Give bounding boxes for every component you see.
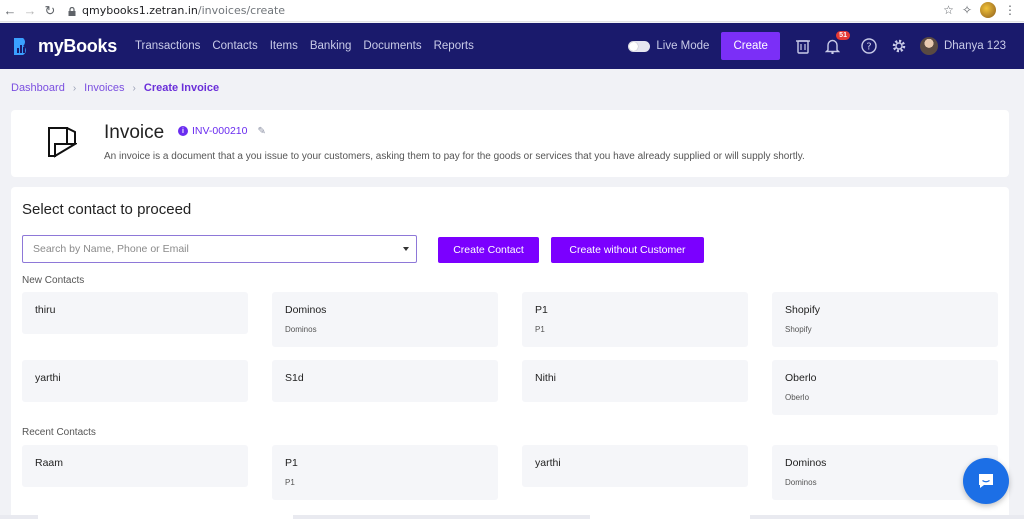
more-menu-icon[interactable]: ⋮ — [1004, 3, 1016, 17]
contact-name: Raam — [35, 457, 64, 469]
forward-icon[interactable]: → — [20, 1, 40, 21]
contact-subtitle: P1 — [285, 478, 295, 487]
contact-subtitle: P1 — [535, 325, 545, 334]
contact-name: Oberlo — [785, 372, 817, 384]
breadcrumb-current: Create Invoice — [143, 82, 220, 94]
live-mode-label: Live Mode — [656, 40, 710, 52]
back-icon[interactable]: ← — [0, 1, 20, 21]
chat-bubble-icon — [979, 474, 993, 488]
contact-tile[interactable]: Raam — [22, 445, 248, 487]
contact-tile[interactable]: Oberlo Oberlo — [772, 360, 998, 415]
reload-icon[interactable]: ↻ — [40, 1, 60, 21]
contact-name: Nithi — [535, 372, 557, 384]
extensions-puzzle-icon[interactable]: ✧ — [962, 3, 972, 17]
breadcrumb: Dashboard › Invoices › Create Invoice — [11, 82, 219, 94]
contact-subtitle: Dominos — [285, 325, 317, 334]
logo[interactable]: myBooks — [12, 35, 117, 57]
invoice-number: INV-000210 — [192, 125, 248, 137]
nav-items[interactable]: Items — [270, 40, 298, 52]
invoice-description: An invoice is a document that a you issu… — [104, 151, 805, 162]
invoice-document-icon — [47, 126, 79, 160]
lock-icon — [68, 6, 76, 16]
url-path: /invoices/create — [197, 4, 286, 17]
invoice-id-group: i INV-000210 ✎ — [178, 125, 266, 137]
invoice-header-card: Invoice i INV-000210 ✎ An invoice is a d… — [11, 110, 1009, 177]
breadcrumb-dashboard[interactable]: Dashboard — [11, 82, 65, 94]
info-icon: i — [178, 126, 188, 136]
new-contacts-label: New Contacts — [22, 275, 85, 286]
create-button[interactable]: Create — [721, 32, 780, 60]
live-mode-toggle[interactable] — [628, 40, 651, 52]
svg-text:?: ? — [866, 42, 871, 53]
contact-name: P1 — [535, 304, 548, 316]
contact-tile[interactable]: thiru — [22, 292, 248, 334]
scrollbar-thumb[interactable] — [38, 515, 293, 519]
contact-name: Shopify — [785, 304, 821, 316]
bookmark-star-icon[interactable]: ☆ — [943, 3, 954, 17]
scrollbar-thumb[interactable] — [590, 515, 750, 519]
gear-icon[interactable] — [890, 37, 908, 55]
user-avatar[interactable] — [919, 37, 938, 55]
contact-subtitle: Dominos — [785, 478, 817, 487]
contact-name: Dominos — [285, 304, 327, 316]
create-without-customer-button[interactable]: Create without Customer — [551, 237, 704, 263]
contact-tile[interactable]: P1 P1 — [272, 445, 498, 500]
app-header: myBooks Transactions Contacts Items Bank… — [0, 23, 1024, 69]
create-contact-button[interactable]: Create Contact — [438, 237, 539, 263]
section-title: Select contact to proceed — [22, 201, 192, 218]
profile-avatar-icon[interactable] — [980, 2, 996, 18]
chevron-right-icon: › — [72, 82, 77, 94]
contact-tile[interactable]: Shopify Shopify — [772, 292, 998, 347]
logo-mark-icon — [12, 35, 32, 57]
contact-name: S1d — [285, 372, 304, 384]
chevron-down-icon[interactable] — [403, 247, 409, 251]
contact-tile[interactable]: P1 P1 — [522, 292, 748, 347]
nav-transactions[interactable]: Transactions — [135, 40, 200, 52]
contact-tile[interactable]: yarthi — [22, 360, 248, 402]
nav-contacts[interactable]: Contacts — [212, 40, 257, 52]
address-bar[interactable]: qmybooks1.zetran.in/invoices/create — [68, 4, 285, 17]
browser-toolbar: ← → ↻ qmybooks1.zetran.in/invoices/creat… — [0, 0, 1024, 22]
contact-name: yarthi — [535, 457, 561, 469]
contact-tile[interactable]: Dominos Dominos — [272, 292, 498, 347]
chevron-right-icon: › — [132, 82, 136, 94]
nav-documents[interactable]: Documents — [363, 40, 421, 52]
breadcrumb-invoices[interactable]: Invoices — [84, 82, 124, 94]
contact-subtitle: Oberlo — [785, 393, 810, 402]
nav-banking[interactable]: Banking — [310, 40, 352, 52]
help-icon[interactable]: ? — [860, 37, 878, 55]
pencil-edit-icon[interactable]: ✎ — [257, 126, 265, 137]
contact-search-dropdown[interactable] — [22, 235, 417, 263]
nav-reports[interactable]: Reports — [434, 40, 474, 52]
contact-tile[interactable]: Nithi — [522, 360, 748, 402]
username[interactable]: Dhanya 123 — [944, 40, 1006, 52]
main-nav: Transactions Contacts Items Banking Docu… — [135, 40, 486, 52]
notification-badge: 51 — [836, 31, 850, 40]
contact-tile[interactable]: S1d — [272, 360, 498, 402]
page-title: Invoice — [104, 122, 165, 143]
contact-subtitle: Shopify — [785, 325, 812, 334]
trash-icon[interactable] — [794, 37, 812, 55]
recent-contacts-label: Recent Contacts — [22, 427, 96, 438]
contact-tile[interactable]: yarthi — [522, 445, 748, 487]
contact-name: thiru — [35, 304, 56, 316]
contact-search-input[interactable] — [33, 243, 393, 255]
bell-icon[interactable]: 51 — [824, 31, 850, 55]
chat-button[interactable] — [963, 458, 1009, 504]
url-host: qmybooks1.zetran.in — [82, 4, 198, 17]
contact-name: yarthi — [35, 372, 61, 384]
contact-select-card: Select contact to proceed Create Contact… — [11, 187, 1009, 519]
contact-name: P1 — [285, 457, 298, 469]
contact-name: Dominos — [785, 457, 827, 469]
logo-text: myBooks — [38, 35, 117, 56]
